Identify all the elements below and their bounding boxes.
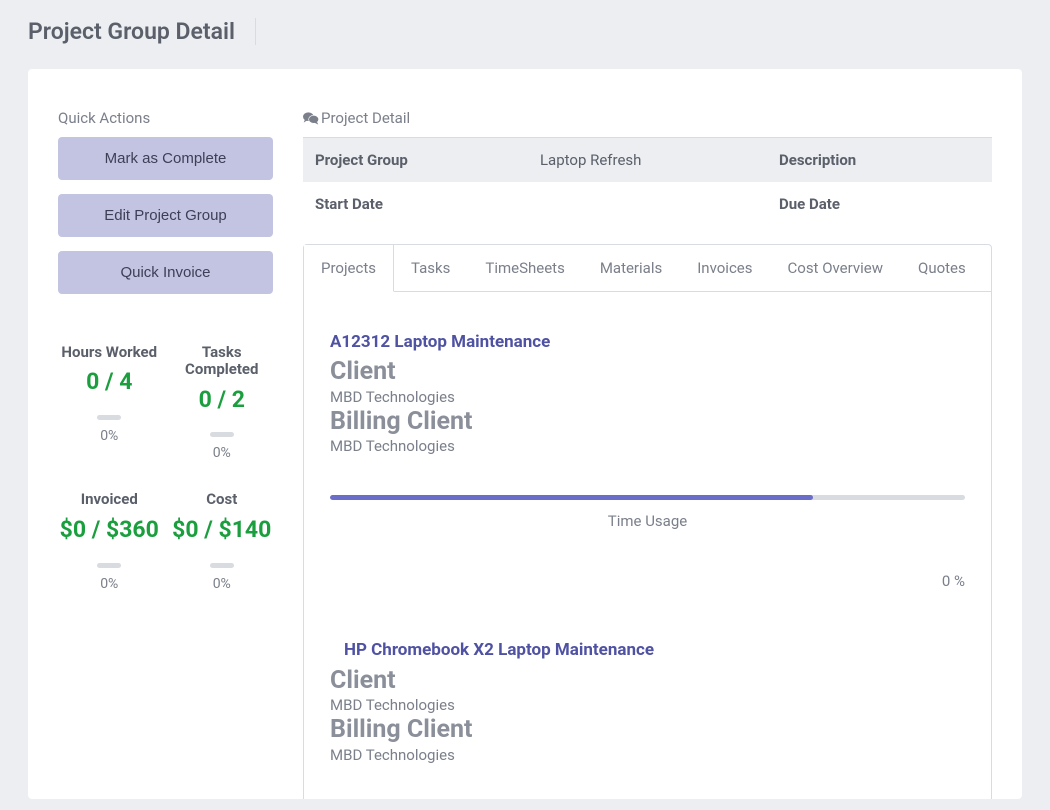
stat-value: 0 / 2: [171, 385, 274, 415]
tab-quotes[interactable]: Quotes: [901, 245, 984, 291]
main-card: Quick Actions Mark as Complete Edit Proj…: [28, 69, 1022, 799]
page-header: Project Group Detail: [0, 0, 1050, 69]
mark-complete-button[interactable]: Mark as Complete: [58, 137, 273, 180]
description-label: Description: [767, 138, 992, 183]
tabs: Projects Tasks TimeSheets Materials Invo…: [303, 244, 992, 292]
stat-bar: [210, 432, 234, 437]
billing-client-value: MBD Technologies: [330, 746, 965, 764]
progress-fill: [330, 495, 813, 500]
stat-pct: 0%: [171, 445, 274, 461]
stat-label: Invoiced: [58, 491, 161, 508]
stat-pct: 0%: [171, 576, 274, 592]
stat-pct: 0%: [58, 576, 161, 592]
chat-icon: [303, 111, 319, 125]
project-detail-table: Project Group Laptop Refresh Description…: [303, 137, 992, 226]
stat-label: Tasks Completed: [171, 344, 274, 379]
stat-invoiced: Invoiced $0 / $360 0%: [58, 491, 161, 591]
project-title-link[interactable]: A12312 Laptop Maintenance: [330, 332, 650, 352]
client-heading: Client: [330, 667, 965, 695]
tab-invoices[interactable]: Invoices: [680, 245, 770, 291]
left-column: Quick Actions Mark as Complete Edit Proj…: [58, 109, 273, 769]
project-card: HP Chromebook X2 Laptop Maintenance Clie…: [330, 640, 965, 799]
stat-label: Cost: [171, 491, 274, 508]
stat-hours-worked: Hours Worked 0 / 4 0%: [58, 344, 161, 461]
client-value: MBD Technologies: [330, 696, 965, 714]
progress-bar: [330, 495, 965, 500]
page-title: Project Group Detail: [28, 18, 256, 45]
time-usage-label: Time Usage: [330, 512, 965, 530]
stats-grid: Hours Worked 0 / 4 0% Tasks Completed 0 …: [58, 344, 273, 592]
project-title-link[interactable]: HP Chromebook X2 Laptop Maintenance: [344, 640, 664, 660]
detail-row: Start Date Due Date: [303, 182, 992, 226]
start-date-value: [528, 182, 767, 226]
stat-label: Hours Worked: [58, 344, 161, 361]
detail-row: Project Group Laptop Refresh Description: [303, 138, 992, 183]
client-value: MBD Technologies: [330, 388, 965, 406]
stat-value: 0 / 4: [58, 367, 161, 397]
project-pct-label: 0 %: [330, 572, 965, 590]
stat-bar: [97, 415, 121, 420]
billing-client-heading: Billing Client: [330, 716, 965, 744]
tab-projects[interactable]: Projects: [304, 245, 394, 292]
project-detail-heading-text: Project Detail: [321, 109, 410, 127]
tab-timesheets[interactable]: TimeSheets: [468, 245, 582, 291]
start-date-label: Start Date: [303, 182, 528, 226]
stat-cost: Cost $0 / $140 0%: [171, 491, 274, 591]
project-detail-heading: Project Detail: [303, 109, 992, 127]
stat-pct: 0%: [58, 428, 161, 444]
due-date-label: Due Date: [767, 182, 992, 226]
edit-project-group-button[interactable]: Edit Project Group: [58, 194, 273, 237]
billing-client-heading: Billing Client: [330, 408, 965, 436]
quick-invoice-button[interactable]: Quick Invoice: [58, 251, 273, 294]
stat-value: $0 / $360: [58, 515, 161, 545]
tab-cost-overview[interactable]: Cost Overview: [771, 245, 902, 291]
stat-bar: [210, 563, 234, 568]
tab-content-projects: A12312 Laptop Maintenance Client MBD Tec…: [303, 292, 992, 799]
quick-actions-heading: Quick Actions: [58, 109, 273, 127]
stat-tasks-completed: Tasks Completed 0 / 2 0%: [171, 344, 274, 461]
project-card: A12312 Laptop Maintenance Client MBD Tec…: [330, 332, 965, 590]
client-heading: Client: [330, 358, 965, 386]
billing-client-value: MBD Technologies: [330, 437, 965, 455]
right-column: Project Detail Project Group Laptop Refr…: [303, 109, 992, 769]
project-group-value: Laptop Refresh: [528, 138, 767, 183]
tab-materials[interactable]: Materials: [583, 245, 680, 291]
stat-bar: [97, 563, 121, 568]
tab-tasks[interactable]: Tasks: [394, 245, 468, 291]
stat-value: $0 / $140: [171, 515, 274, 545]
project-group-label: Project Group: [303, 138, 528, 183]
